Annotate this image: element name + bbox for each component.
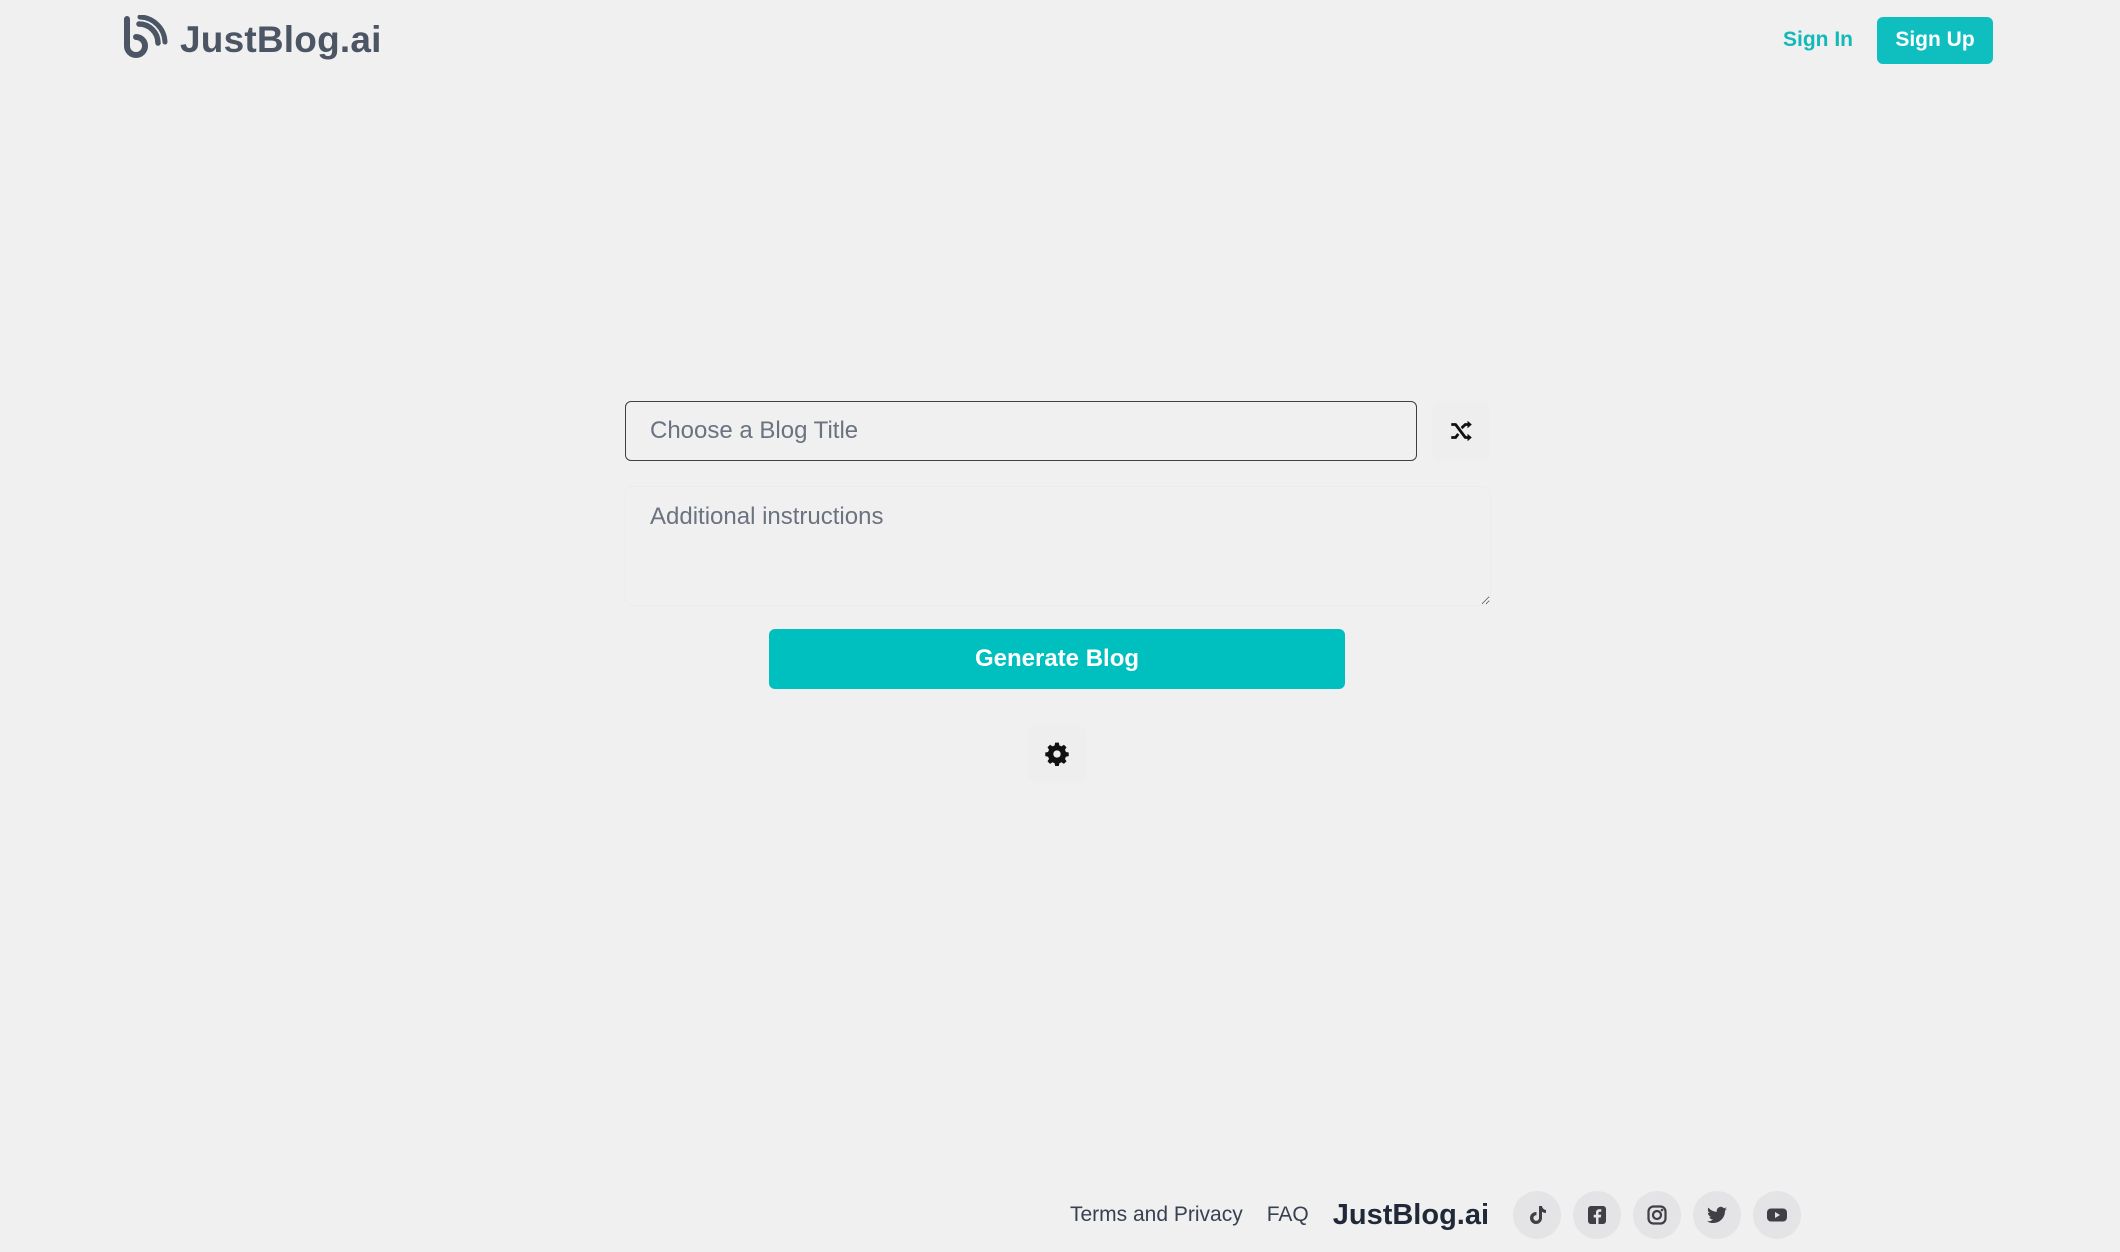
tiktok-link[interactable] <box>1513 1191 1562 1239</box>
facebook-link[interactable] <box>1573 1191 1622 1239</box>
shuffle-button[interactable] <box>1432 401 1490 461</box>
youtube-icon <box>1767 1208 1788 1222</box>
blog-logo-icon <box>124 15 168 58</box>
settings-button[interactable] <box>1028 725 1086 783</box>
generate-blog-button[interactable]: Generate Blog <box>769 629 1345 689</box>
terms-privacy-link[interactable]: Terms and Privacy <box>1070 1203 1243 1227</box>
youtube-link[interactable] <box>1753 1191 1802 1239</box>
twitter-icon <box>1707 1206 1728 1224</box>
auth-nav: Sign In Sign Up <box>1783 16 1993 64</box>
brand-link[interactable]: JustBlog.ai <box>118 14 382 66</box>
blog-title-input[interactable] <box>625 401 1417 461</box>
instagram-icon <box>1647 1205 1667 1225</box>
instagram-link[interactable] <box>1633 1191 1682 1239</box>
brand-name: JustBlog.ai <box>180 19 382 60</box>
sign-up-button[interactable]: Sign Up <box>1877 16 1993 64</box>
footer-brand-name: JustBlog.ai <box>1332 1198 1490 1231</box>
shuffle-icon <box>1451 420 1472 442</box>
footer: Terms and Privacy FAQ JustBlog.ai <box>1070 1190 1813 1240</box>
page: JustBlog.ai Sign In Sign Up Generate Blo… <box>0 0 2120 1252</box>
gear-icon <box>1045 742 1069 767</box>
tiktok-icon <box>1530 1206 1547 1224</box>
twitter-link[interactable] <box>1693 1191 1742 1239</box>
additional-instructions-textarea[interactable] <box>625 486 1491 606</box>
facebook-icon <box>1588 1206 1607 1224</box>
faq-link[interactable]: FAQ <box>1267 1203 1309 1227</box>
sign-in-link[interactable]: Sign In <box>1783 20 1853 60</box>
top-header: JustBlog.ai Sign In Sign Up <box>0 0 2120 80</box>
